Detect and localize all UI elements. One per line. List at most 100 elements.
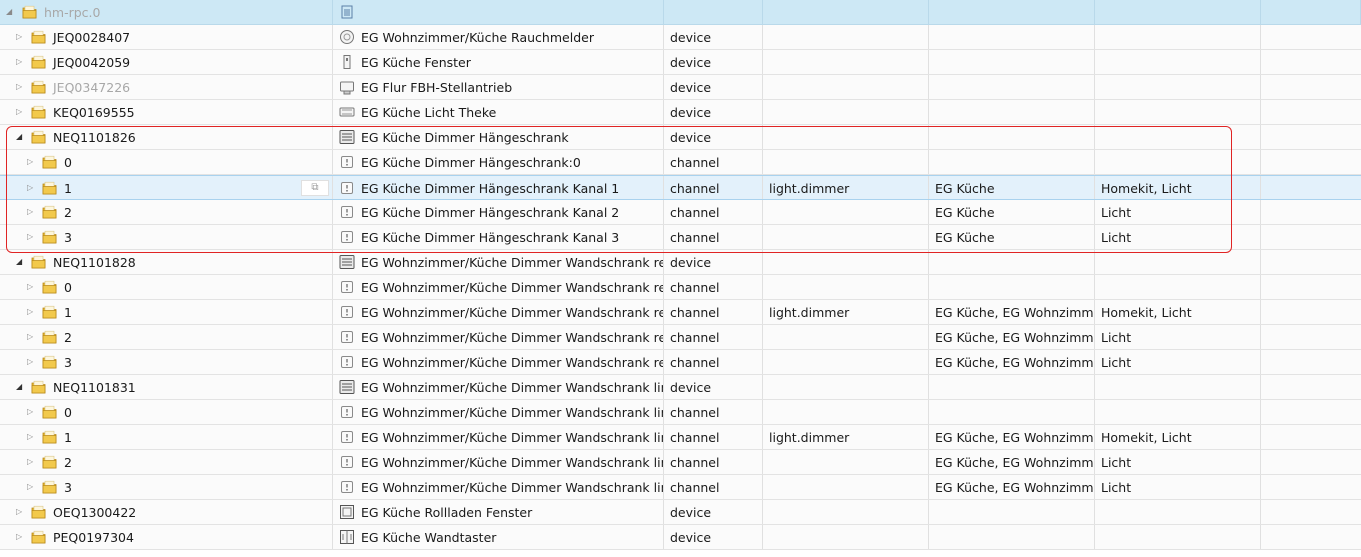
window-sensor-icon: [343, 55, 351, 69]
folder-icon: [42, 230, 57, 244]
role-cell: [763, 125, 929, 149]
root-label: hm-rpc.0: [44, 5, 101, 20]
expand-arrow-icon[interactable]: ▷: [27, 232, 35, 242]
device-row[interactable]: ▷ JEQ0028407 EG Wohnzimmer/Küche Rauchmeld…: [0, 25, 1361, 50]
channel-icon: [341, 182, 353, 194]
channel-row[interactable]: ▷ 1 EG Wohnzimmer/Küche Dimmer Wandschrank…: [0, 300, 1361, 325]
channel-row[interactable]: ▷ 0 EG Küche Dimmer Hängeschrank:0 channel: [0, 150, 1361, 175]
id-cell: ▷ 0: [0, 150, 333, 174]
object-name: EG Wohnzimmer/Küche Dimmer Wandschrank l…: [361, 380, 664, 395]
channel-icon: [341, 481, 353, 493]
folder-icon: [42, 181, 57, 195]
id-cell: ▷ 3: [0, 225, 333, 249]
object-room: EG Küche: [935, 205, 995, 220]
tree-header-row[interactable]: ◢ hm-rpc.0: [0, 0, 1361, 25]
type-cell: device: [664, 125, 763, 149]
type-cell: channel: [664, 200, 763, 224]
expand-arrow-icon[interactable]: ▷: [27, 157, 35, 167]
type-cell: channel: [664, 150, 763, 174]
collapse-arrow-icon[interactable]: ◢: [16, 257, 24, 267]
object-id: JEQ0028407: [53, 30, 131, 45]
object-id: 1: [64, 305, 72, 320]
type-cell: channel: [664, 275, 763, 299]
expand-arrow-icon[interactable]: ▷: [16, 507, 24, 517]
object-name: EG Wohnzimmer/Küche Dimmer Wandschrank r…: [361, 255, 664, 270]
channel-row[interactable]: ▷ 3 EG Wohnzimmer/Küche Dimmer Wandschrank…: [0, 350, 1361, 375]
expand-arrow-icon[interactable]: ▷: [27, 407, 35, 417]
expand-arrow-icon[interactable]: ▷: [27, 432, 35, 442]
empty-cell: [1261, 125, 1361, 149]
channel-row[interactable]: ▷ 2 EG Wohnzimmer/Küche Dimmer Wandschrank…: [0, 325, 1361, 350]
expand-arrow-icon[interactable]: ▷: [27, 282, 35, 292]
channel-icon: [341, 456, 353, 468]
function-cell: [1095, 150, 1261, 174]
function-cell: [1095, 100, 1261, 124]
id-cell: ◢ NEQ1101828: [0, 250, 333, 274]
device-row[interactable]: ▷ JEQ0042059 EG Küche Fenster device: [0, 50, 1361, 75]
expand-arrow-icon[interactable]: ▷: [27, 332, 35, 342]
object-name: EG Wohnzimmer/Küche Dimmer Wandschrank l…: [361, 455, 664, 470]
function-cell: Licht: [1095, 225, 1261, 249]
device-row[interactable]: ◢ NEQ1101828 EG Wohnzimmer/Küche Dimmer Wa…: [0, 250, 1361, 275]
object-room: EG Küche, EG Wohnzimmer: [935, 330, 1095, 345]
copy-button[interactable]: ⧉: [301, 180, 329, 196]
name-cell: EG Wohnzimmer/Küche Dimmer Wandschrank r…: [333, 250, 664, 274]
object-type: device: [670, 255, 712, 270]
role-cell: [763, 475, 929, 499]
room-cell: [929, 275, 1095, 299]
expand-arrow-icon[interactable]: ▷: [27, 307, 35, 317]
channel-row[interactable]: ▷ 2 EG Küche Dimmer Hängeschrank Kanal 2 ch…: [0, 200, 1361, 225]
channel-row[interactable]: ▷ 1 EG Wohnzimmer/Küche Dimmer Wandschrank…: [0, 425, 1361, 450]
object-id: JEQ0042059: [53, 55, 131, 70]
object-function: Homekit, Licht: [1101, 181, 1192, 196]
channel-row[interactable]: ▷ 0 EG Wohnzimmer/Küche Dimmer Wandschrank…: [0, 275, 1361, 300]
folder-icon: [31, 105, 46, 119]
room-cell: [929, 50, 1095, 74]
object-id: 3: [64, 480, 72, 495]
device-row[interactable]: ▷ KEQ0169555 EG Küche Licht Theke device: [0, 100, 1361, 125]
name-cell: EG Wohnzimmer/Küche Dimmer Wandschrank r…: [333, 300, 664, 324]
object-id: KEQ0169555: [53, 105, 135, 120]
collapse-arrow-icon[interactable]: ◢: [16, 382, 24, 392]
channel-row[interactable]: ▷ 2 EG Wohnzimmer/Küche Dimmer Wandschrank…: [0, 450, 1361, 475]
channel-row[interactable]: ▷ 3 EG Wohnzimmer/Küche Dimmer Wandschrank…: [0, 475, 1361, 500]
object-name: EG Wohnzimmer/Küche Dimmer Wandschrank r…: [361, 305, 664, 320]
object-type: device: [670, 55, 712, 70]
folder-icon: [42, 405, 57, 419]
object-name: EG Flur FBH-Stellantrieb: [361, 80, 513, 95]
object-name: EG Küche Dimmer Hängeschrank: [361, 130, 569, 145]
name-cell: EG Küche Dimmer Hängeschrank Kanal 3: [333, 225, 664, 249]
channel-row[interactable]: ▷ 1 ⧉ EG Küche Dimmer Hängeschrank Kanal 1 c…: [0, 175, 1361, 200]
object-id: 2: [64, 455, 72, 470]
type-cell: channel: [664, 350, 763, 374]
collapse-arrow-icon[interactable]: ◢: [16, 132, 24, 142]
channel-icon: [341, 356, 353, 368]
expand-arrow-icon[interactable]: ▷: [16, 82, 24, 92]
role-cell: [763, 50, 929, 74]
expand-arrow-icon[interactable]: ▷: [16, 532, 24, 542]
device-row[interactable]: ▷ PEQ0197304 EG Küche Wandtaster device: [0, 525, 1361, 550]
expand-arrow-icon[interactable]: ▷: [27, 457, 35, 467]
device-row[interactable]: ◢ NEQ1101831 EG Wohnzimmer/Küche Dimmer Wa…: [0, 375, 1361, 400]
dimmer-device-icon: [339, 130, 355, 144]
device-row[interactable]: ◢ NEQ1101826 EG Küche Dimmer Hängeschrank d…: [0, 125, 1361, 150]
expand-arrow-icon[interactable]: ▷: [27, 357, 35, 367]
empty-cell: [1261, 50, 1361, 74]
object-id: 3: [64, 230, 72, 245]
expand-arrow-icon[interactable]: ▷: [27, 482, 35, 492]
channel-row[interactable]: ▷ 0 EG Wohnzimmer/Küche Dimmer Wandschrank…: [0, 400, 1361, 425]
expand-arrow-icon[interactable]: ▷: [16, 107, 24, 117]
room-cell: EG Küche: [929, 200, 1095, 224]
function-cell: Licht: [1095, 350, 1261, 374]
folder-icon: [42, 280, 57, 294]
function-cell: [1095, 275, 1261, 299]
device-row[interactable]: ▷ OEQ1300422 EG Küche Rollladen Fenster dev…: [0, 500, 1361, 525]
object-role: light.dimmer: [769, 430, 850, 445]
collapse-arrow-icon[interactable]: ◢: [6, 7, 14, 17]
channel-row[interactable]: ▷ 3 EG Küche Dimmer Hängeschrank Kanal 3 ch…: [0, 225, 1361, 250]
expand-arrow-icon[interactable]: ▷: [27, 183, 35, 193]
expand-arrow-icon[interactable]: ▷: [16, 57, 24, 67]
expand-arrow-icon[interactable]: ▷: [16, 32, 24, 42]
expand-arrow-icon[interactable]: ▷: [27, 207, 35, 217]
device-row[interactable]: ▷ JEQ0347226 EG Flur FBH-Stellantrieb devic…: [0, 75, 1361, 100]
